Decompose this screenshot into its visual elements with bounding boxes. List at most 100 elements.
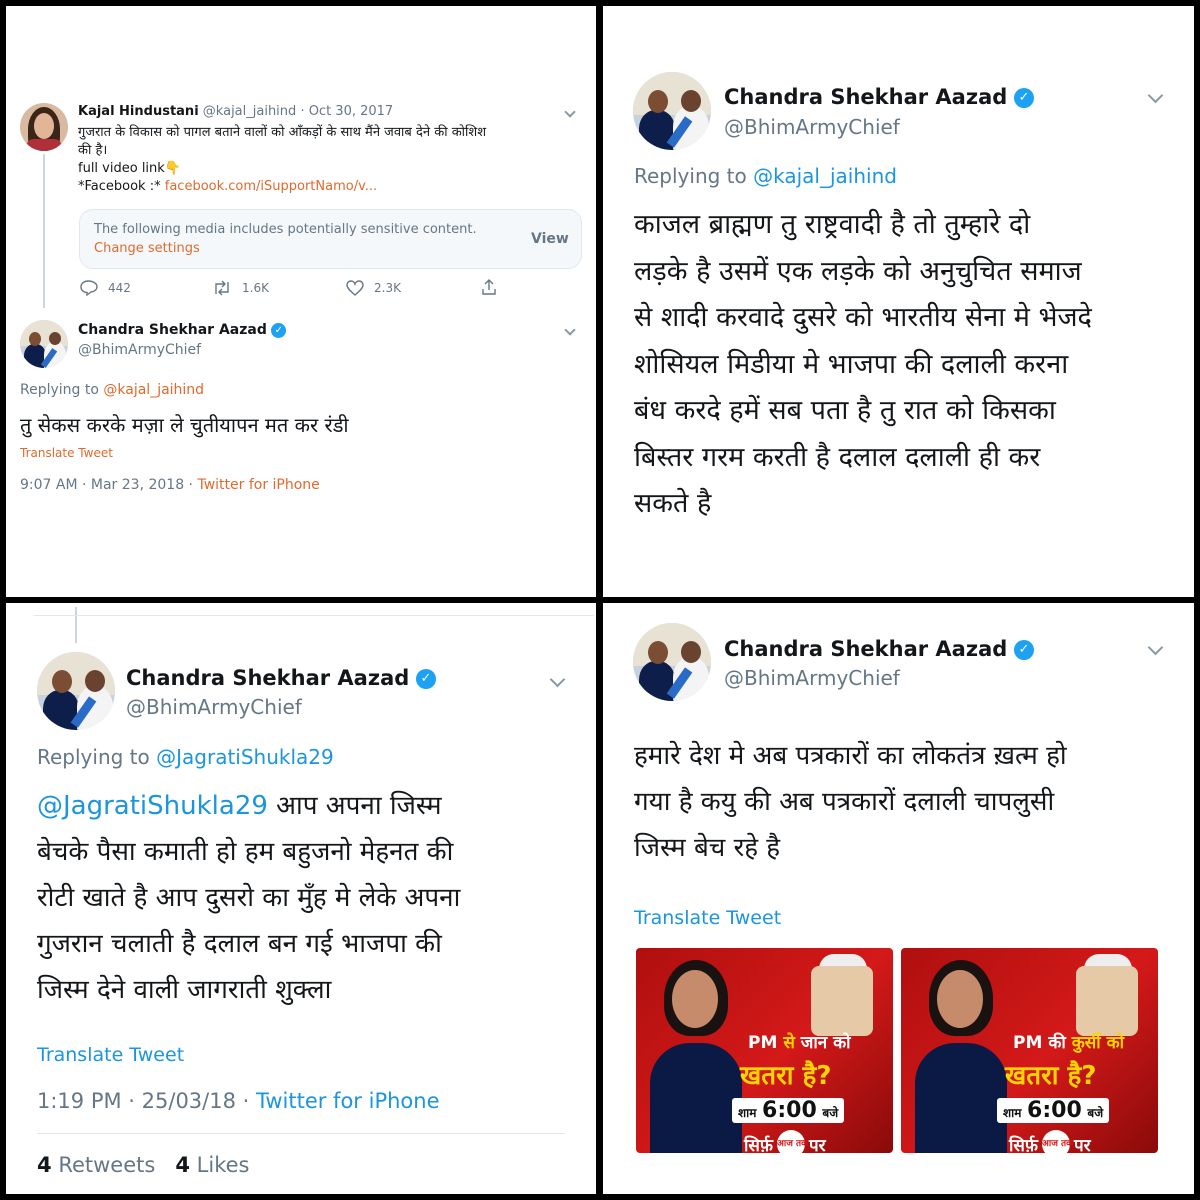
verified-icon: ✓ [1013, 640, 1034, 660]
tweet-date[interactable]: · Oct 30, 2017 [300, 104, 393, 119]
headline-text: PM [1013, 1033, 1043, 1053]
author-name[interactable]: Chandra Shekhar Aazad [724, 637, 1007, 661]
author-handle[interactable]: @BhimArmyChief [126, 695, 302, 719]
likes-label: Likes [196, 1153, 250, 1177]
author-name[interactable]: Kajal Hindustani [78, 104, 199, 119]
chevron-down-icon[interactable] [1147, 87, 1164, 104]
chevron-down-icon[interactable] [564, 106, 576, 118]
chevron-down-icon[interactable] [564, 324, 576, 336]
tweet-text: तु सेकस करके मज़ा ले चुतीयापन मत कर रंडी [20, 413, 349, 437]
quoted-header: Kajal Hindustani @kajal_jaihind · Oct 30… [78, 104, 393, 119]
author-handle[interactable]: @BhimArmyChief [724, 115, 900, 139]
facebook-link[interactable]: facebook.com/iSupportNamo/v... [165, 179, 377, 194]
timestamp[interactable]: 9:07 AM · Mar 23, 2018 · [20, 477, 193, 493]
likes-count: 4 [175, 1153, 190, 1177]
tweet-text: @JagratiShukla29 आप अपना जिस्म बेचके पैस… [37, 783, 460, 1013]
replying-to: Replying to @kajal_jaihind [20, 382, 204, 398]
headline-text: से [783, 1033, 795, 1053]
quoted-text: गुजरात के विकास को पागल बताने वालों को आ… [78, 124, 588, 196]
retweet-icon [215, 280, 229, 296]
tweet-panel-2: Chandra Shekhar Aazad ✓ @BhimArmyChief R… [603, 6, 1194, 597]
author-header: Chandra Shekhar Aazad ✓ [724, 85, 1034, 109]
time-box: शाम 6:00 बजे [997, 1098, 1110, 1123]
source-link[interactable]: Twitter for iPhone [197, 477, 319, 493]
headline-text: जान को [800, 1033, 851, 1053]
headline-text: कुर्सी को [1071, 1033, 1125, 1053]
retweet-count: 1.6K [242, 281, 269, 295]
headline-line: PM की कुर्सी को [1013, 1030, 1124, 1053]
verified-icon: ✓ [1013, 88, 1034, 108]
reply-count: 442 [108, 281, 131, 295]
translate-tweet-link[interactable]: Translate Tweet [37, 1044, 184, 1066]
media-image-1[interactable]: PM से जान को खतरा है? शाम 6:00 बजे सिर्फ… [636, 948, 893, 1153]
anchor-photo [915, 1043, 1007, 1153]
author-header: Chandra Shekhar Aazad ✓ [126, 666, 436, 690]
replying-to: Replying to @JagratiShukla29 [37, 745, 334, 769]
headline-big: खतरा है? [740, 1061, 832, 1091]
mention-link[interactable]: @JagratiShukla29 [37, 791, 268, 821]
quoted-text-line: गुजरात के विकास को पागल बताने वालों को आ… [78, 125, 487, 140]
time-suffix: बजे [822, 1106, 839, 1120]
like-count: 2.3K [374, 281, 401, 295]
tweet-meta: 1:19 PM · 25/03/18 · Twitter for iPhone [37, 1089, 440, 1113]
author-handle[interactable]: @BhimArmyChief [78, 342, 201, 358]
author-handle[interactable]: @BhimArmyChief [724, 666, 900, 690]
replying-to-prefix: Replying to [634, 164, 747, 188]
time-value: 6:00 [1027, 1098, 1082, 1123]
retweets-stat[interactable]: 4 Retweets [37, 1153, 155, 1177]
tweet-text-line: बेचके पैसा कमाती हो हम बहुजनो मेहनत की [37, 837, 454, 867]
time-prefix: शाम [1003, 1106, 1022, 1120]
translate-tweet-link[interactable]: Translate Tweet [20, 446, 113, 460]
replying-to-handle[interactable]: @kajal_jaihind [103, 382, 204, 398]
media-image-2[interactable]: PM की कुर्सी को खतरा है? शाम 6:00 बजे सि… [901, 948, 1158, 1153]
facebook-prefix: *Facebook :* [78, 179, 161, 194]
kajal-avatar[interactable] [20, 103, 68, 151]
verified-icon: ✓ [271, 322, 287, 338]
thread-line [43, 154, 45, 308]
chevron-down-icon[interactable] [549, 671, 566, 688]
tweet-text-line: रोटी खाते है आप दुसरो का मुँह मे लेके अप… [37, 883, 461, 913]
headline-text: की [1048, 1033, 1066, 1053]
likes-stat[interactable]: 4 Likes [175, 1153, 249, 1177]
quoted-text-line: की है। [78, 143, 108, 158]
view-button[interactable]: View [531, 231, 569, 247]
retweets-label: Retweets [58, 1153, 156, 1177]
translate-tweet-link[interactable]: Translate Tweet [634, 907, 781, 929]
aajtak-logo-icon: आज तक [777, 1130, 808, 1153]
replying-to-handle[interactable]: @kajal_jaihind [753, 164, 897, 188]
chandra-avatar[interactable] [20, 320, 68, 368]
author-name[interactable]: Chandra Shekhar Aazad [78, 322, 267, 338]
time-prefix: शाम [738, 1106, 757, 1120]
tweet-text-line: से शादी करवादे दुसरे को भारतीय सेना मे भ… [634, 302, 1092, 333]
headline-big: खतरा है? [1005, 1061, 1097, 1091]
reply-action[interactable]: 442 [80, 280, 131, 296]
change-settings-link[interactable]: Change settings [94, 241, 200, 256]
channel-text: सिर्फ़ [744, 1135, 774, 1154]
tweet-text-line: गया है कयु की अब पत्रकारों दलाली चापलुसी [634, 787, 1055, 817]
replying-to-handle[interactable]: @JagratiShukla29 [156, 745, 334, 769]
like-action[interactable]: 2.3K [346, 280, 401, 296]
headline-text: PM [748, 1033, 778, 1053]
author-name[interactable]: Chandra Shekhar Aazad [126, 666, 409, 690]
source-link[interactable]: Twitter for iPhone [256, 1089, 440, 1113]
anchor-photo [672, 970, 718, 1028]
share-icon [482, 279, 496, 295]
chandra-avatar[interactable] [37, 652, 115, 730]
tweet-text-line: गुजरान चलाती है दलाल बन गई भाजपा की [37, 929, 442, 959]
chandra-avatar[interactable] [633, 623, 711, 701]
tweet-panel-1: Kajal Hindustani @kajal_jaihind · Oct 30… [6, 6, 596, 597]
author-handle[interactable]: @kajal_jaihind [203, 104, 297, 119]
video-label: full video link👇 [78, 161, 181, 176]
chandra-avatar[interactable] [633, 72, 711, 150]
tweet-text-line: बंध करदे हमें सब पता है तु रात को किसका [634, 395, 1056, 426]
sensitive-text: The following media includes potentially… [94, 222, 477, 237]
replying-to-prefix: Replying to [37, 745, 150, 769]
timestamp[interactable]: 1:19 PM · 25/03/18 · [37, 1089, 249, 1113]
time-value: 6:00 [762, 1098, 817, 1123]
retweet-action[interactable]: 1.6K [212, 280, 269, 296]
anchor-photo [937, 970, 983, 1028]
chevron-down-icon[interactable] [1147, 639, 1164, 656]
share-action[interactable] [481, 278, 497, 296]
author-name[interactable]: Chandra Shekhar Aazad [724, 85, 1007, 109]
reply-header: Chandra Shekhar Aazad ✓ [78, 322, 287, 338]
